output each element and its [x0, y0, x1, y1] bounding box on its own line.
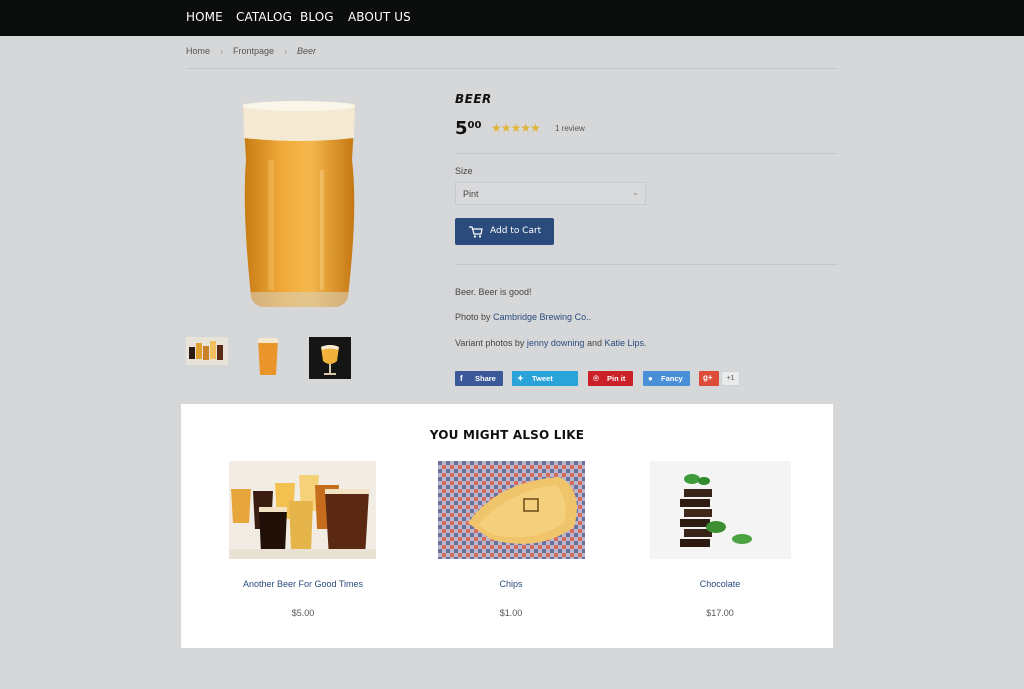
divider — [455, 264, 838, 265]
price-dollars: 5 — [455, 118, 468, 139]
product-description: Beer. Beer is good! — [455, 287, 532, 297]
google-plus-count: +1 — [721, 371, 740, 386]
facebook-icon: f — [460, 374, 463, 383]
variant-credit-prefix: Variant photos by — [455, 338, 527, 348]
divider — [186, 68, 838, 69]
nav-blog[interactable]: BLOG — [300, 10, 334, 24]
nav-catalog[interactable]: CATALOG — [236, 10, 292, 24]
add-to-cart-label: Add to Cart — [490, 226, 542, 236]
related-product-image[interactable] — [229, 461, 376, 564]
variant-credit-suffix: . — [644, 338, 647, 348]
product-thumbnail[interactable] — [257, 337, 279, 382]
add-to-cart-button[interactable]: Add to Cart — [455, 218, 554, 245]
breadcrumb-home[interactable]: Home — [186, 46, 210, 56]
related-heading: YOU MIGHT ALSO LIKE — [429, 428, 585, 442]
product-thumbnail[interactable] — [186, 337, 228, 370]
size-select-value: Pint — [463, 189, 479, 199]
product-main-image[interactable] — [240, 100, 358, 315]
photo-credit-link[interactable]: Cambridge Brewing Co. — [493, 312, 589, 322]
fancy-icon: ● — [648, 374, 653, 383]
related-product-image[interactable] — [650, 461, 791, 564]
variant-credit-link-2[interactable]: Katie Lips — [604, 338, 644, 348]
size-label: Size — [455, 166, 473, 176]
size-select[interactable]: Pint ⌄ — [455, 182, 646, 205]
photo-credit-prefix: Photo by — [455, 312, 494, 322]
share-fancy-label: Fancy — [661, 374, 683, 383]
related-product-name[interactable]: Chocolate — [620, 579, 820, 589]
breadcrumb-separator: › — [284, 46, 288, 56]
top-nav: HOME CATALOG BLOG ABOUT US — [0, 0, 1024, 36]
breadcrumb-separator: › — [220, 46, 224, 56]
review-count[interactable]: 1 review — [555, 124, 585, 133]
breadcrumb-current: Beer — [297, 46, 317, 56]
related-product-name[interactable]: Chips — [411, 579, 611, 589]
nav-about-us[interactable]: ABOUT US — [348, 10, 411, 24]
nav-home[interactable]: HOME — [186, 10, 223, 24]
related-products: YOU MIGHT ALSO LIKE Another Beer For Goo… — [181, 404, 833, 648]
rating-stars[interactable]: ★★★★★ — [491, 121, 541, 135]
breadcrumb: Home › Frontpage › Beer — [186, 46, 326, 56]
share-facebook-button[interactable]: f Share — [455, 371, 503, 386]
product-title: BEER — [455, 92, 492, 106]
related-product-name[interactable]: Another Beer For Good Times — [203, 579, 403, 589]
related-product-price: $1.00 — [499, 608, 523, 618]
share-pinterest-label: Pin it — [607, 374, 626, 383]
share-twitter-button[interactable]: ✦ Tweet — [512, 371, 578, 386]
variant-credit-link-1[interactable]: jenny downing — [527, 338, 585, 348]
share-facebook-label: Share — [475, 374, 496, 383]
related-product-image[interactable] — [438, 461, 585, 564]
product-thumbnail[interactable] — [309, 337, 351, 384]
divider — [455, 153, 838, 154]
chevron-down-icon: ⌄ — [632, 188, 639, 197]
pinterest-icon: ℗ — [593, 374, 599, 383]
product-price: 500 — [455, 118, 481, 139]
google-plus-icon: g+ — [703, 373, 713, 382]
share-fancy-button[interactable]: ● Fancy — [643, 371, 690, 386]
share-twitter-label: Tweet — [532, 374, 553, 383]
price-cents: 00 — [467, 120, 482, 131]
photo-credit-suffix: . — [588, 312, 592, 322]
variant-photo-credit: Variant photos by jenny downing and Kati… — [455, 338, 647, 348]
twitter-icon: ✦ — [517, 374, 524, 383]
photo-credit: Photo by Cambridge Brewing Co.. — [455, 312, 591, 322]
share-google-plus-button[interactable]: g+ — [699, 371, 719, 386]
variant-credit-and: and — [584, 338, 605, 348]
related-product-price: $5.00 — [291, 608, 315, 618]
related-product-price: $17.00 — [706, 608, 734, 618]
cart-icon — [469, 225, 483, 243]
breadcrumb-frontpage[interactable]: Frontpage — [233, 46, 274, 56]
share-pinterest-button[interactable]: ℗ Pin it — [588, 371, 633, 386]
